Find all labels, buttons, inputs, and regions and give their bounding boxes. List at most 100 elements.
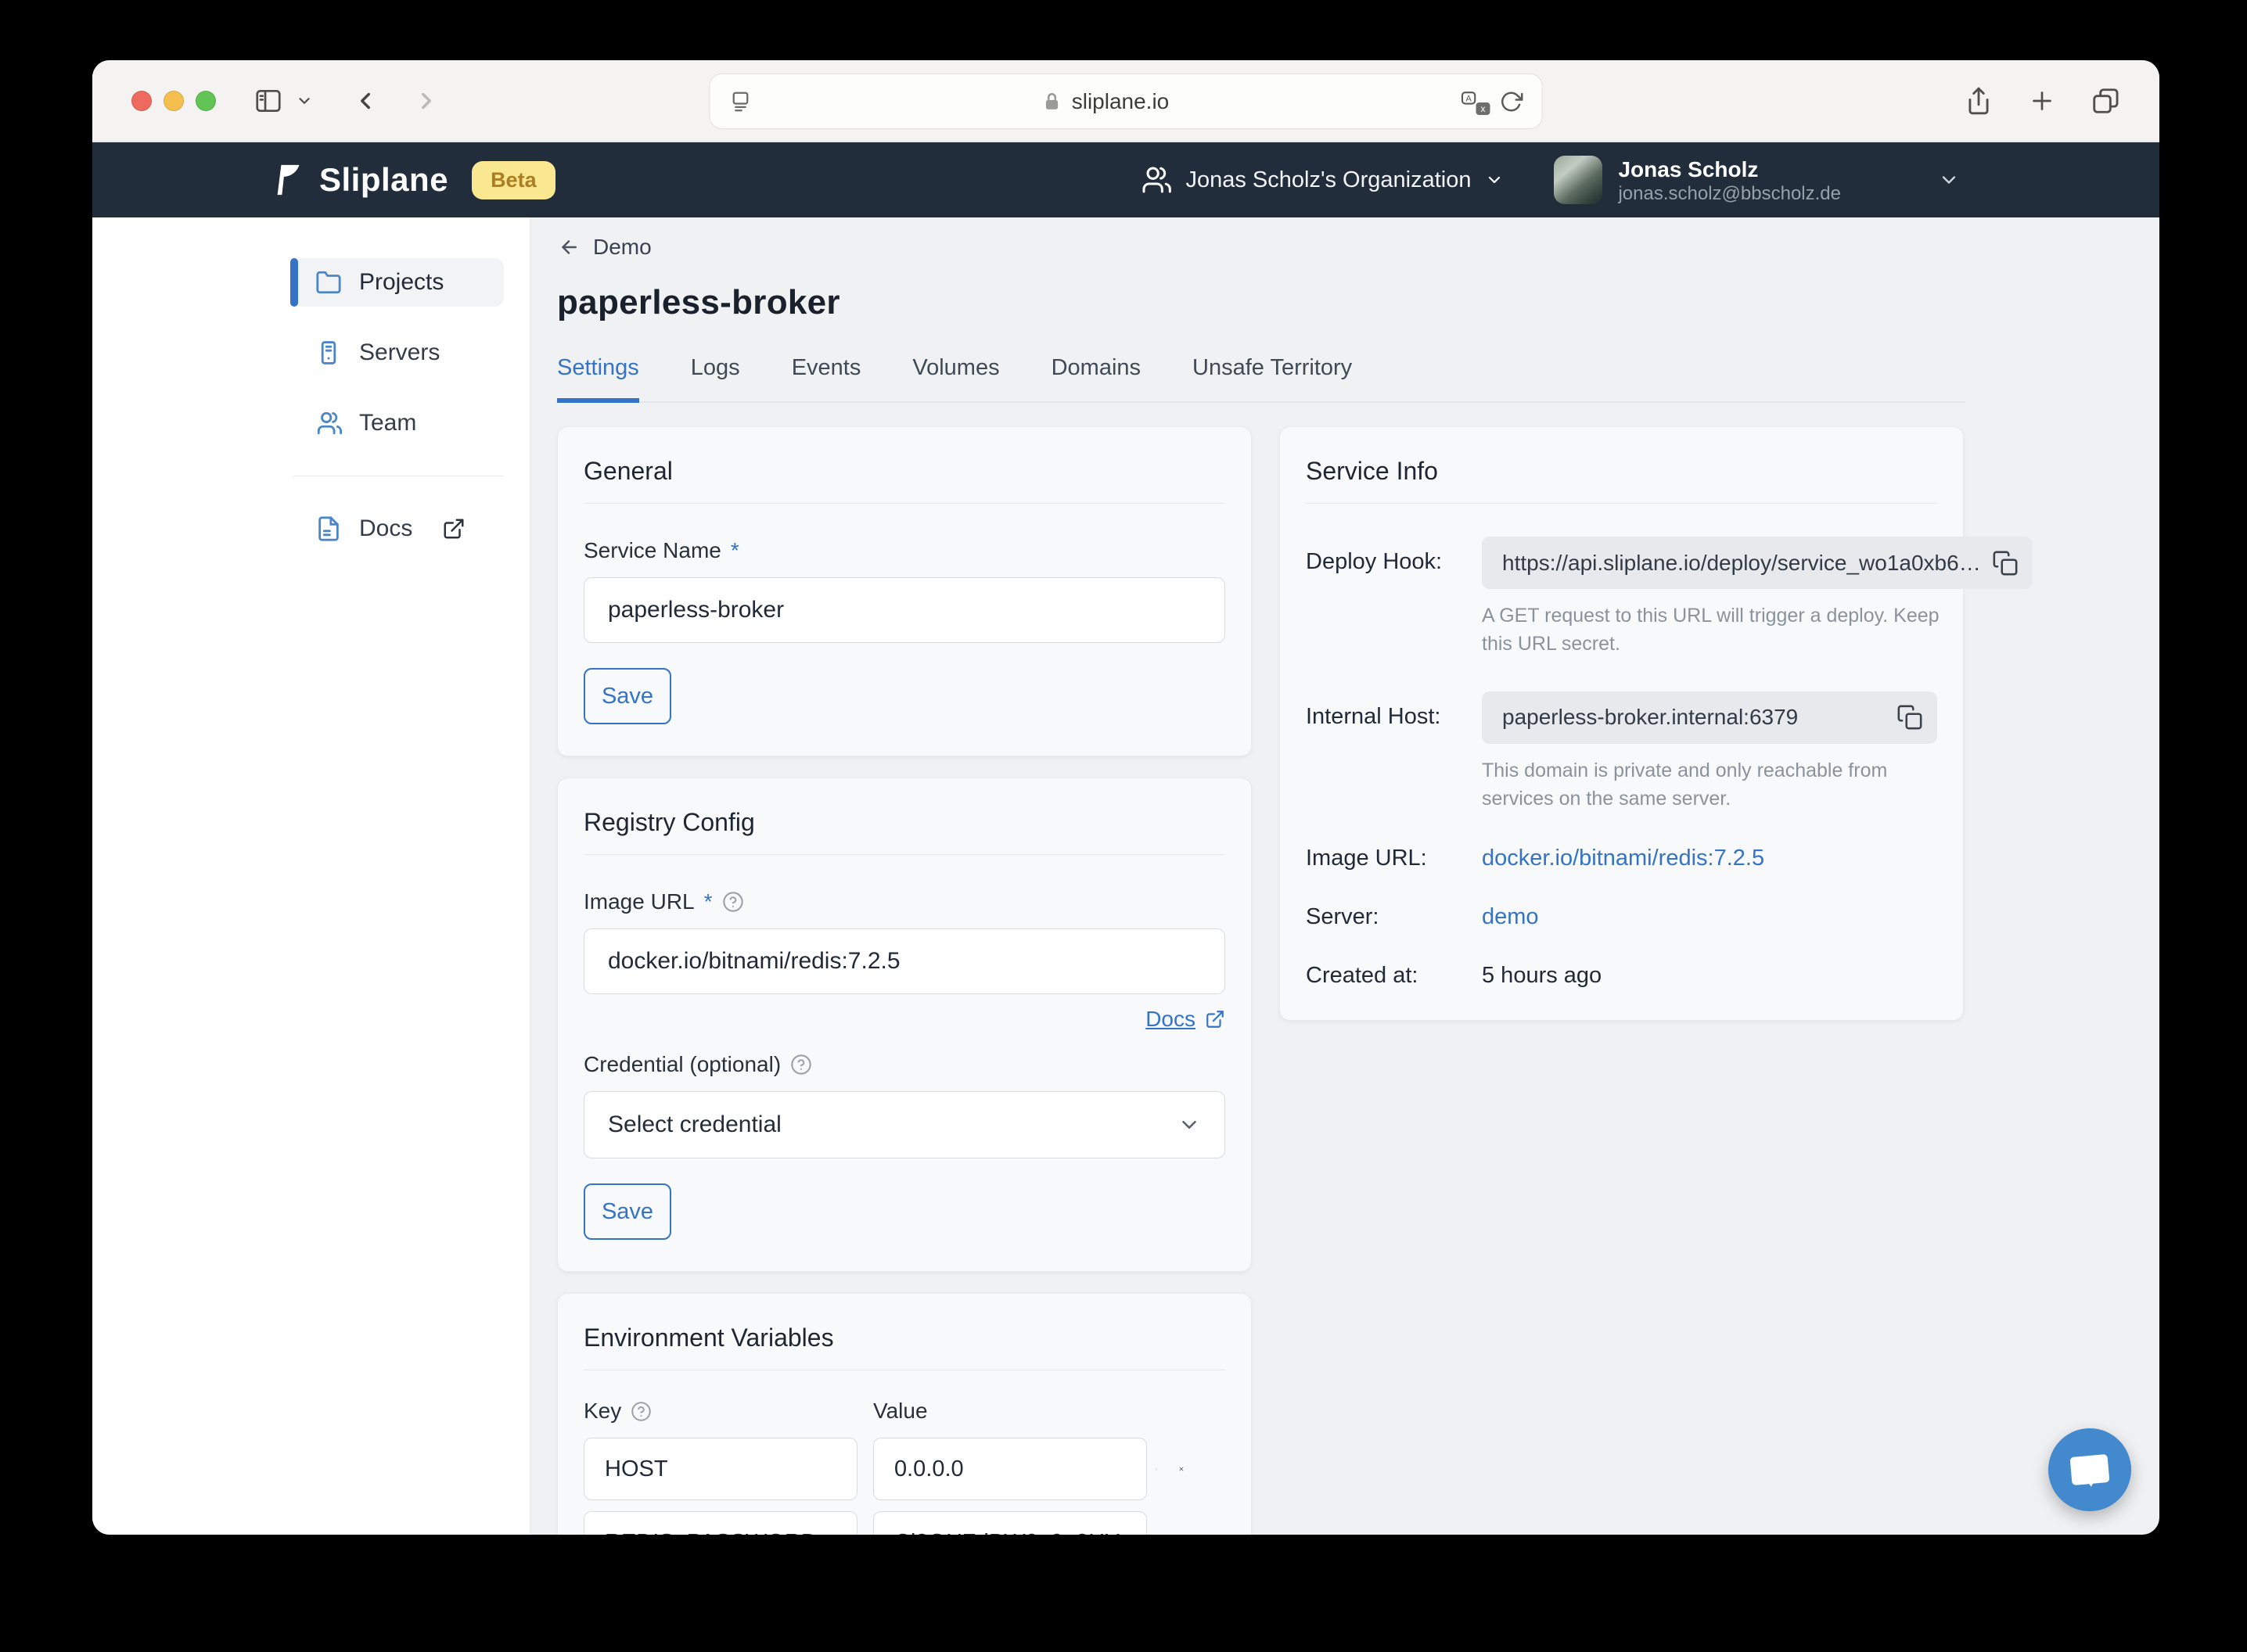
tab-overview-icon[interactable] xyxy=(2091,86,2120,116)
translate-icon[interactable]: A x xyxy=(1459,90,1486,113)
service-info-card: Service Info Deploy Hook: https://api.sl… xyxy=(1279,426,1964,1021)
svg-text:A: A xyxy=(1465,94,1472,103)
help-icon[interactable] xyxy=(631,1401,652,1422)
sliplane-logo-icon xyxy=(271,160,307,200)
image-url-link[interactable]: docker.io/bitnami/redis:7.2.5 xyxy=(1482,846,1937,871)
divider xyxy=(584,854,1225,855)
chat-widget-button[interactable] xyxy=(2048,1428,2131,1511)
tab-domains[interactable]: Domains xyxy=(1052,355,1141,401)
tab-settings[interactable]: Settings xyxy=(557,355,639,403)
sidebar-item-docs[interactable]: Docs xyxy=(293,505,504,553)
back-arrow-icon[interactable] xyxy=(557,235,581,259)
general-save-button[interactable]: Save xyxy=(584,668,671,724)
reload-icon[interactable] xyxy=(1500,90,1523,113)
app-header: Sliplane Beta Jonas Scholz's Organizatio… xyxy=(92,142,2159,217)
folder-icon xyxy=(315,269,342,296)
sidebar-chevron-icon[interactable] xyxy=(296,92,313,110)
user-menu-chevron-icon[interactable] xyxy=(1938,169,1960,191)
required-marker: * xyxy=(704,889,713,914)
env-value-input[interactable] xyxy=(873,1511,1147,1535)
share-icon[interactable] xyxy=(1964,85,1994,117)
main-content: Demo paperless-broker Settings Logs Even… xyxy=(530,217,2159,1535)
tab-unsafe-territory[interactable]: Unsafe Territory xyxy=(1192,355,1352,401)
image-url-input[interactable] xyxy=(584,928,1225,994)
tab-events[interactable]: Events xyxy=(792,355,861,401)
service-info-title: Service Info xyxy=(1306,457,1937,486)
help-icon[interactable] xyxy=(722,891,744,913)
credential-select[interactable]: Select credential xyxy=(584,1091,1225,1158)
copy-icon[interactable] xyxy=(1992,550,2019,576)
brand-logo[interactable]: Sliplane Beta xyxy=(271,160,555,200)
registry-config-card: Registry Config Image URL * D xyxy=(557,778,1252,1272)
chat-bubble-icon xyxy=(2070,1454,2110,1485)
sidebar-item-label: Docs xyxy=(359,515,412,542)
required-marker: * xyxy=(731,538,739,563)
chevron-down-icon xyxy=(1177,1113,1201,1137)
lock-icon[interactable] xyxy=(1155,1529,1158,1535)
env-key-input[interactable] xyxy=(584,1511,857,1535)
docs-link-label[interactable]: Docs xyxy=(1145,1007,1195,1032)
env-key-header: Key xyxy=(584,1399,621,1424)
env-value-input[interactable] xyxy=(873,1438,1147,1500)
registry-save-button[interactable]: Save xyxy=(584,1183,671,1240)
internal-host-label: Internal Host: xyxy=(1306,704,1482,730)
organization-chevron-icon xyxy=(1485,171,1504,189)
tab-logs[interactable]: Logs xyxy=(691,355,740,401)
divider xyxy=(1306,503,1937,504)
user-name: Jonas Scholz xyxy=(1618,156,1841,183)
url-text: sliplane.io xyxy=(1072,89,1170,114)
env-key-input[interactable] xyxy=(584,1438,857,1500)
address-bar[interactable]: sliplane.io A x xyxy=(710,74,1543,129)
remove-variable-icon[interactable] xyxy=(1178,1456,1185,1481)
new-tab-icon[interactable] xyxy=(2028,87,2056,115)
sidebar-item-projects[interactable]: Projects xyxy=(293,258,504,307)
general-card: General Service Name * Save xyxy=(557,426,1252,756)
deploy-hook-value: https://api.sliplane.io/deploy/service_w… xyxy=(1502,551,1981,576)
beta-badge: Beta xyxy=(472,161,555,199)
lock-icon[interactable] xyxy=(1155,1456,1158,1482)
reader-view-icon[interactable] xyxy=(729,90,753,113)
translate-badge: x xyxy=(1476,102,1490,115)
minimize-window-button[interactable] xyxy=(164,91,184,111)
breadcrumb-label[interactable]: Demo xyxy=(593,235,652,260)
user-email: jonas.scholz@bbscholz.de xyxy=(1618,183,1841,205)
organization-name: Jonas Scholz's Organization xyxy=(1185,167,1471,193)
breadcrumb[interactable]: Demo xyxy=(557,235,2159,260)
server-row-label: Server: xyxy=(1306,904,1482,930)
sidebar-item-team[interactable]: Team xyxy=(293,399,504,447)
sidebar-toggle-icon[interactable] xyxy=(252,86,285,116)
organization-menu[interactable]: Jonas Scholz's Organization xyxy=(1140,164,1504,196)
user-menu[interactable]: Jonas Scholz jonas.scholz@bbscholz.de xyxy=(1554,156,1841,205)
browser-toolbar: sliplane.io A x xyxy=(92,60,2159,142)
image-url-row-label: Image URL: xyxy=(1306,846,1482,871)
internal-host-help: This domain is private and only reachabl… xyxy=(1482,756,1937,813)
internal-host-pill: paperless-broker.internal:6379 xyxy=(1482,691,1937,744)
tab-volumes[interactable]: Volumes xyxy=(912,355,999,401)
brand-name: Sliplane xyxy=(319,161,448,199)
credential-select-value: Select credential xyxy=(608,1112,782,1138)
service-name-input[interactable] xyxy=(584,577,1225,643)
sidebar-item-label: Projects xyxy=(359,269,444,296)
environment-variables-card: Environment Variables Key Value xyxy=(557,1293,1252,1535)
env-value-header: Value xyxy=(873,1399,928,1424)
copy-icon[interactable] xyxy=(1896,704,1923,731)
forward-button[interactable] xyxy=(413,88,440,114)
sidebar-item-label: Servers xyxy=(359,339,440,366)
team-icon xyxy=(315,410,342,436)
sidebar-item-servers[interactable]: Servers xyxy=(293,329,504,377)
help-icon[interactable] xyxy=(790,1054,812,1076)
deploy-hook-label: Deploy Hook: xyxy=(1306,549,1482,575)
remove-variable-icon[interactable] xyxy=(1178,1530,1185,1535)
back-button[interactable] xyxy=(352,88,379,114)
image-url-label: Image URL xyxy=(584,889,695,914)
deploy-hook-help: A GET request to this URL will trigger a… xyxy=(1482,602,1951,659)
tls-lock-icon xyxy=(1042,92,1062,112)
page-title: paperless-broker xyxy=(557,283,2159,322)
created-at-value: 5 hours ago xyxy=(1482,963,1937,989)
docs-link[interactable]: Docs xyxy=(1145,1007,1225,1032)
close-window-button[interactable] xyxy=(131,91,152,111)
server-link[interactable]: demo xyxy=(1482,904,1937,930)
registry-card-title: Registry Config xyxy=(584,808,1225,837)
created-at-label: Created at: xyxy=(1306,963,1482,989)
zoom-window-button[interactable] xyxy=(196,91,216,111)
